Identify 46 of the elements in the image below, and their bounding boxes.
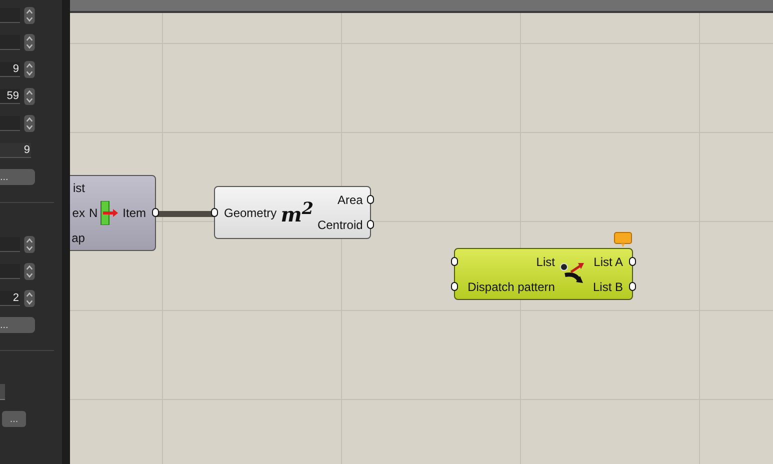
input-label: Dispatch pattern	[468, 280, 555, 294]
number-field[interactable]	[0, 236, 20, 252]
spinner-icon[interactable]	[24, 262, 35, 280]
browse-button[interactable]: ...	[0, 169, 35, 185]
spinner-icon[interactable]	[24, 88, 35, 104]
spinner-icon[interactable]	[24, 114, 35, 132]
output-label: Item	[122, 206, 146, 220]
list-item-icon	[98, 201, 119, 225]
input-port[interactable]	[451, 256, 458, 266]
input-label: Geometry	[224, 206, 277, 220]
output-label: Area	[337, 192, 363, 207]
number-field[interactable]	[0, 34, 20, 50]
list-item-component[interactable]: ist ex ap N Item	[70, 175, 156, 251]
output-port[interactable]	[629, 282, 636, 290]
input-label: ist	[72, 181, 85, 196]
output-port[interactable]	[367, 194, 374, 204]
browse-button[interactable]: ...	[0, 317, 35, 333]
text-field[interactable]: 9	[0, 142, 31, 158]
number-field[interactable]: 2	[0, 290, 20, 306]
area-symbol: m$^{2}$	[280, 198, 314, 227]
output-port[interactable]	[367, 220, 374, 230]
text-field[interactable]	[0, 384, 5, 400]
output-label: List A	[594, 254, 623, 268]
output-label: Centroid	[317, 218, 363, 232]
input-label: ex	[72, 206, 85, 220]
index-label: N	[88, 206, 98, 220]
message-icon[interactable]	[614, 232, 632, 248]
input-port[interactable]	[211, 208, 218, 216]
spinner-icon[interactable]	[24, 290, 35, 306]
spinner-icon[interactable]	[24, 60, 35, 78]
output-port[interactable]	[152, 208, 159, 217]
number-field[interactable]: 59	[0, 88, 20, 104]
output-label: List B	[592, 280, 623, 294]
input-label: List	[536, 254, 555, 268]
input-label: ap	[72, 230, 85, 245]
output-port[interactable]	[629, 256, 636, 266]
number-field[interactable]	[0, 8, 20, 22]
number-field[interactable]	[0, 116, 20, 130]
number-field[interactable]: 9	[0, 62, 20, 76]
spinner-icon[interactable]	[24, 236, 35, 252]
spinner-icon[interactable]	[24, 34, 35, 50]
wire	[156, 211, 214, 217]
browse-button[interactable]: ...	[2, 411, 26, 427]
spinner-icon[interactable]	[24, 6, 35, 24]
input-port[interactable]	[451, 282, 458, 290]
number-field[interactable]	[0, 264, 20, 278]
